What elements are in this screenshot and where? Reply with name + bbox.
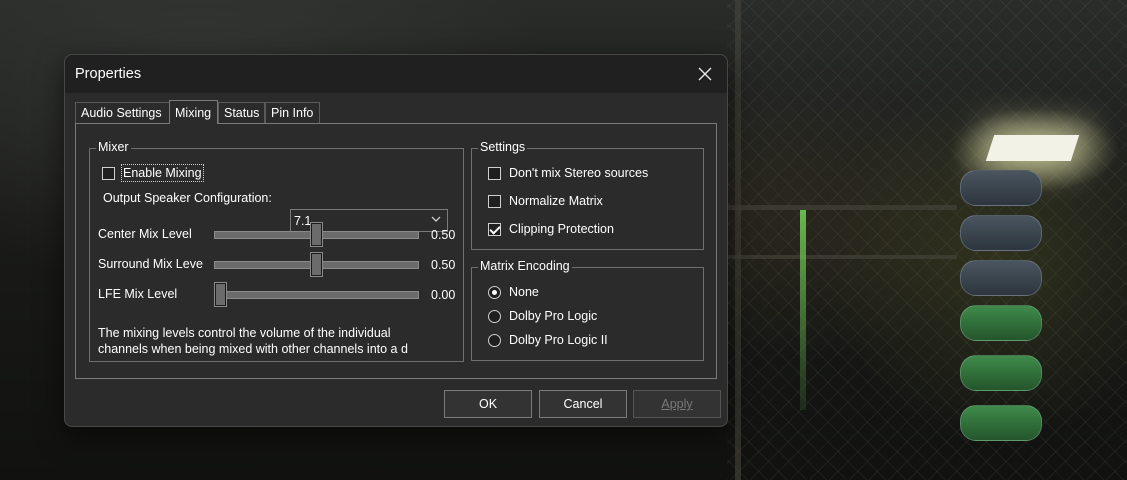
center-mix-label: Center Mix Level: [98, 227, 192, 241]
tab-pin-info[interactable]: Pin Info: [265, 102, 320, 123]
tab-mixing[interactable]: Mixing: [169, 100, 218, 124]
matrix-dolby-pro-logic-ii-radio[interactable]: [488, 333, 501, 347]
tab-status[interactable]: Status: [218, 102, 265, 123]
background-sign: [960, 215, 1042, 251]
settings-group-title: Settings: [478, 140, 528, 154]
background-pole: [727, 205, 957, 210]
background-sign: [960, 305, 1042, 341]
matrix-encoding-group-title: Matrix Encoding: [478, 259, 572, 273]
output-config-label: Output Speaker Configuration:: [103, 191, 272, 205]
lfe-mix-slider-track[interactable]: [214, 291, 419, 299]
enable-mixing-checkbox[interactable]: [102, 166, 115, 180]
center-mix-value: 0.50: [431, 228, 456, 242]
background-pole: [735, 0, 741, 480]
tab-label: Status: [224, 106, 260, 120]
mixing-tab-panel: Mixer Enable Mixing Output Speaker Confi…: [75, 123, 717, 379]
surround-mix-label: Surround Mix Leve: [98, 257, 203, 271]
surround-mix-slider-thumb[interactable]: [310, 252, 323, 277]
settings-group: Settings Don't mix Stereo sources Normal…: [471, 140, 704, 250]
surround-mix-value: 0.50: [431, 258, 456, 272]
background-pole: [727, 255, 957, 259]
output-config-value: 7.1: [294, 214, 312, 228]
dialog-title: Properties: [75, 66, 142, 82]
tab-label: Audio Settings: [81, 106, 162, 120]
mixer-group-title: Mixer: [96, 140, 131, 154]
close-button[interactable]: [683, 55, 727, 93]
lfe-mix-label: LFE Mix Level: [98, 287, 178, 301]
cancel-button[interactable]: Cancel: [539, 390, 627, 418]
normalize-matrix-checkbox[interactable]: [488, 194, 501, 208]
matrix-none-radio[interactable]: [488, 285, 501, 299]
matrix-encoding-group: Matrix Encoding None Dolby Pro Logic Dol…: [471, 259, 704, 361]
dont-mix-stereo-row[interactable]: Don't mix Stereo sources: [488, 166, 648, 180]
dont-mix-stereo-label: Don't mix Stereo sources: [509, 166, 649, 180]
lfe-mix-value: 0.00: [431, 288, 456, 302]
matrix-dolby-pro-logic-row[interactable]: Dolby Pro Logic: [488, 309, 597, 323]
background-lamp: [985, 135, 1080, 161]
background-sign: [960, 405, 1042, 441]
matrix-dolby-pro-logic-label: Dolby Pro Logic: [509, 309, 598, 323]
matrix-dolby-pro-logic-radio[interactable]: [488, 309, 501, 323]
normalize-matrix-label: Normalize Matrix: [509, 194, 603, 208]
normalize-matrix-row[interactable]: Normalize Matrix: [488, 194, 603, 208]
background-sign: [960, 355, 1042, 391]
close-icon: [698, 67, 712, 81]
title-bar[interactable]: Properties: [65, 55, 727, 93]
apply-button[interactable]: Apply: [633, 390, 721, 418]
background-light-strip: [800, 210, 806, 410]
properties-dialog: Properties Audio Settings Mixing Status …: [64, 54, 728, 427]
background-sign: [960, 260, 1042, 296]
matrix-none-label: None: [509, 285, 539, 299]
clipping-protection-row[interactable]: Clipping Protection: [488, 222, 614, 236]
enable-mixing-label: Enable Mixing: [121, 164, 204, 182]
tab-audio-settings[interactable]: Audio Settings: [75, 102, 170, 123]
matrix-dolby-pro-logic-ii-row[interactable]: Dolby Pro Logic II: [488, 333, 608, 347]
matrix-none-row[interactable]: None: [488, 285, 539, 299]
tab-label: Pin Info: [271, 106, 314, 120]
mixer-group: Mixer Enable Mixing Output Speaker Confi…: [89, 140, 464, 362]
background-sign: [960, 170, 1042, 206]
ok-button[interactable]: OK: [444, 390, 532, 418]
matrix-dolby-pro-logic-ii-label: Dolby Pro Logic II: [509, 333, 608, 347]
background-fence: [727, 0, 1127, 480]
lfe-mix-slider-thumb[interactable]: [214, 282, 227, 307]
dont-mix-stereo-checkbox[interactable]: [488, 166, 501, 180]
enable-mixing-checkbox-row[interactable]: Enable Mixing: [102, 164, 204, 182]
center-mix-slider-thumb[interactable]: [310, 222, 323, 247]
clipping-protection-checkbox[interactable]: [488, 222, 501, 236]
clipping-protection-label: Clipping Protection: [509, 222, 614, 236]
mixing-description: The mixing levels control the volume of …: [98, 326, 408, 356]
chevron-down-icon: [431, 216, 441, 222]
tab-label: Mixing: [175, 106, 212, 120]
